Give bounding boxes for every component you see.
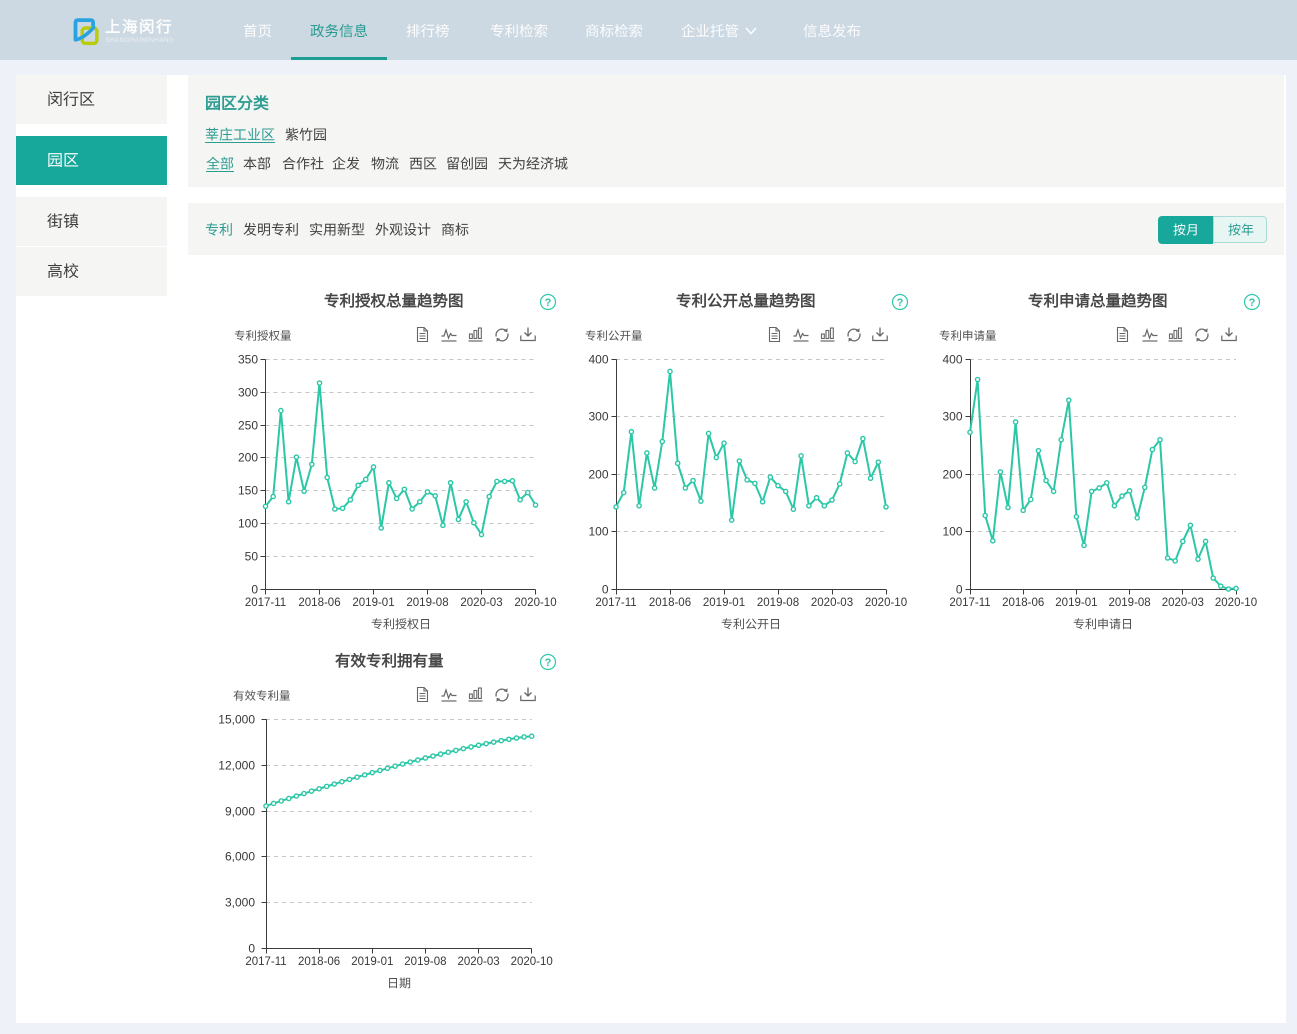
svg-text:?: ? — [544, 657, 551, 669]
svg-text:?: ? — [544, 297, 551, 309]
svg-text:?: ? — [1248, 297, 1255, 309]
svg-text:?: ? — [896, 297, 903, 309]
